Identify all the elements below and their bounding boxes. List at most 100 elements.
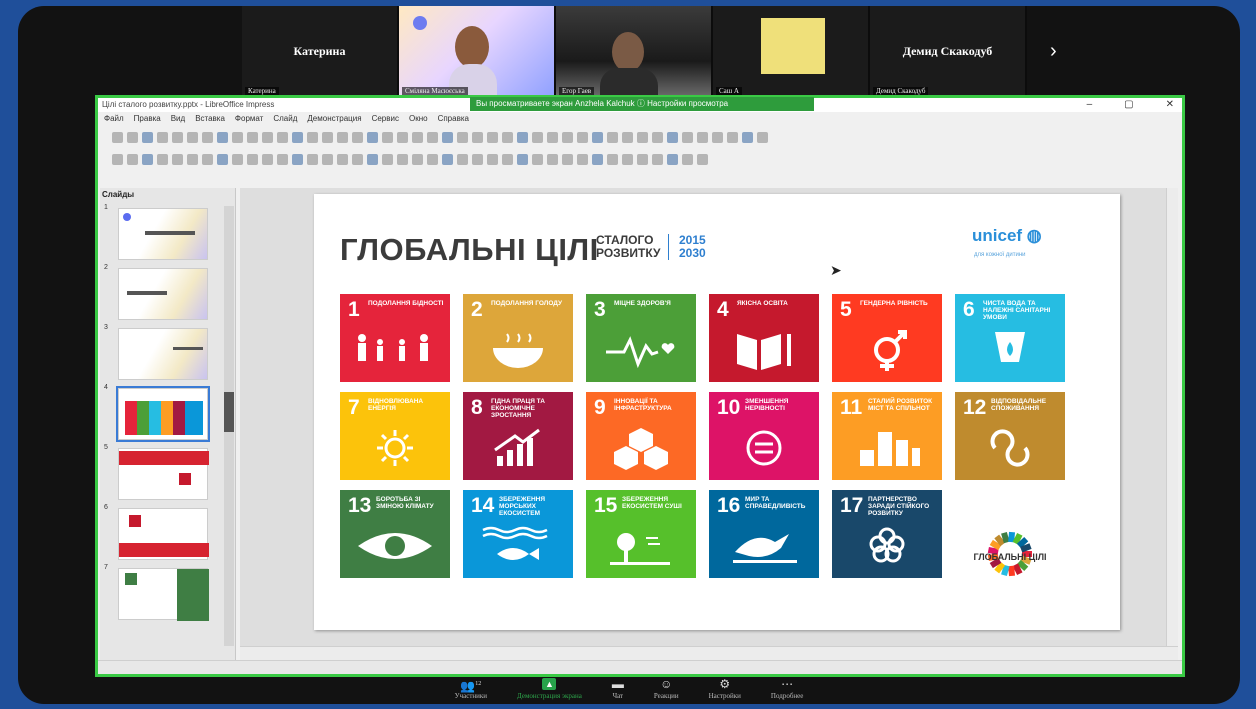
toolbar-button[interactable] — [202, 153, 213, 165]
toolbar-button[interactable] — [487, 153, 498, 165]
toolbar-button[interactable] — [322, 131, 333, 143]
toolbar-button[interactable] — [757, 131, 768, 143]
toolbar-button[interactable] — [277, 131, 288, 143]
toolbar-button[interactable] — [187, 131, 198, 143]
toolbar-button[interactable] — [562, 131, 573, 143]
toolbar-button[interactable] — [592, 153, 603, 165]
toolbar-button[interactable] — [502, 153, 513, 165]
panel-scrollbar-thumb[interactable] — [224, 392, 234, 432]
toolbar-button[interactable] — [607, 153, 618, 165]
toolbar-button[interactable] — [652, 131, 663, 143]
toolbar-button[interactable] — [697, 153, 708, 165]
toolbar-button[interactable] — [622, 153, 633, 165]
toolbar-button[interactable] — [292, 153, 303, 165]
toolbar-button[interactable] — [667, 153, 678, 165]
participants-button[interactable]: 👥12 Участники — [455, 676, 487, 704]
toolbar-button[interactable] — [262, 131, 273, 143]
settings-button[interactable]: ⚙ Настройки — [709, 676, 741, 704]
toolbar-button[interactable] — [562, 153, 573, 165]
menu-help[interactable]: Справка — [438, 112, 469, 126]
toolbar-button[interactable] — [667, 131, 678, 143]
toolbar-button[interactable] — [172, 153, 183, 165]
participant-tile[interactable]: Катерина Катерина — [242, 6, 399, 98]
toolbar-button[interactable] — [142, 153, 153, 165]
toolbar-button[interactable] — [412, 131, 423, 143]
toolbar-button[interactable] — [337, 131, 348, 143]
toolbar-button[interactable] — [112, 131, 123, 143]
toolbar-button[interactable] — [397, 153, 408, 165]
toolbar-button[interactable] — [442, 153, 453, 165]
toolbar-button[interactable] — [652, 153, 663, 165]
toolbar-button[interactable] — [292, 131, 303, 143]
toolbar-button[interactable] — [547, 131, 558, 143]
toolbar-button[interactable] — [172, 131, 183, 143]
more-button[interactable]: ⋯ Подробнее — [771, 676, 803, 704]
toolbar-button[interactable] — [682, 153, 693, 165]
participant-tile[interactable]: Демид Скакодуб Демид Скакодуб — [870, 6, 1027, 98]
toolbar-button[interactable] — [502, 131, 513, 143]
toolbar-button[interactable] — [427, 153, 438, 165]
toolbar-button[interactable] — [127, 131, 138, 143]
toolbar-button[interactable] — [577, 153, 588, 165]
toolbar-button[interactable] — [412, 153, 423, 165]
participant-tile[interactable]: Саш А — [713, 6, 870, 98]
toolbar-button[interactable] — [472, 131, 483, 143]
toolbar-button[interactable] — [307, 153, 318, 165]
chevron-right-icon[interactable]: › — [1050, 40, 1057, 63]
toolbar-button[interactable] — [352, 131, 363, 143]
toolbar-button[interactable] — [127, 153, 138, 165]
toolbar-button[interactable] — [637, 153, 648, 165]
toolbar-button[interactable] — [712, 131, 723, 143]
toolbar-button[interactable] — [382, 153, 393, 165]
share-screen-button[interactable]: ▲ Демонстрация экрана — [517, 676, 582, 704]
toolbar-button[interactable] — [442, 131, 453, 143]
toolbar-button[interactable] — [727, 131, 738, 143]
menu-slide[interactable]: Слайд — [273, 112, 297, 126]
toolbar-button[interactable] — [217, 131, 228, 143]
participant-tile[interactable]: Сміляна Масюєська — [399, 6, 556, 98]
toolbar-button[interactable] — [517, 153, 528, 165]
toolbar-button[interactable] — [217, 153, 228, 165]
toolbar-button[interactable] — [532, 153, 543, 165]
toolbar-button[interactable] — [472, 153, 483, 165]
toolbar-button[interactable] — [232, 153, 243, 165]
slide-canvas[interactable]: ГЛОБАЛЬНІ ЦІЛІ СТАЛОГО РОЗВИТКУ 2015 203… — [240, 188, 1178, 662]
toolbar-button[interactable] — [202, 131, 213, 143]
toolbar-button[interactable] — [337, 153, 348, 165]
maximize-icon[interactable]: ▢ — [1124, 98, 1133, 112]
menu-slideshow[interactable]: Демонстрация — [307, 112, 361, 126]
toolbar-button[interactable] — [232, 131, 243, 143]
toolbar-button[interactable] — [322, 153, 333, 165]
toolbar-button[interactable] — [157, 131, 168, 143]
toolbar-button[interactable] — [247, 153, 258, 165]
screen-share-banner[interactable]: Вы просматриваете экран Anzhela Kalchuk … — [470, 97, 814, 111]
menu-window[interactable]: Окно — [409, 112, 428, 126]
toolbar-button[interactable] — [457, 131, 468, 143]
participant-tile[interactable]: Егор Гаев — [556, 6, 713, 98]
minimize-icon[interactable]: – — [1087, 98, 1093, 112]
toolbar-button[interactable] — [637, 131, 648, 143]
toolbar-button[interactable] — [142, 131, 153, 143]
menu-edit[interactable]: Правка — [134, 112, 161, 126]
menu-view[interactable]: Вид — [171, 112, 185, 126]
vertical-scrollbar[interactable] — [1166, 188, 1178, 646]
toolbar-button[interactable] — [352, 153, 363, 165]
toolbar-button[interactable] — [487, 131, 498, 143]
toolbar-button[interactable] — [367, 153, 378, 165]
chat-button[interactable]: ▬ Чат — [612, 676, 624, 704]
toolbar-button[interactable] — [607, 131, 618, 143]
menu-tools[interactable]: Сервис — [372, 112, 399, 126]
toolbar-button[interactable] — [112, 153, 123, 165]
toolbar-button[interactable] — [457, 153, 468, 165]
menu-file[interactable]: Файл — [104, 112, 124, 126]
menu-format[interactable]: Формат — [235, 112, 263, 126]
toolbar-button[interactable] — [682, 131, 693, 143]
toolbar-button[interactable] — [382, 131, 393, 143]
toolbar-button[interactable] — [517, 131, 528, 143]
toolbar-button[interactable] — [397, 131, 408, 143]
toolbar-button[interactable] — [187, 153, 198, 165]
toolbar-button[interactable] — [592, 131, 603, 143]
menu-insert[interactable]: Вставка — [195, 112, 225, 126]
toolbar-button[interactable] — [622, 131, 633, 143]
toolbar-button[interactable] — [277, 153, 288, 165]
